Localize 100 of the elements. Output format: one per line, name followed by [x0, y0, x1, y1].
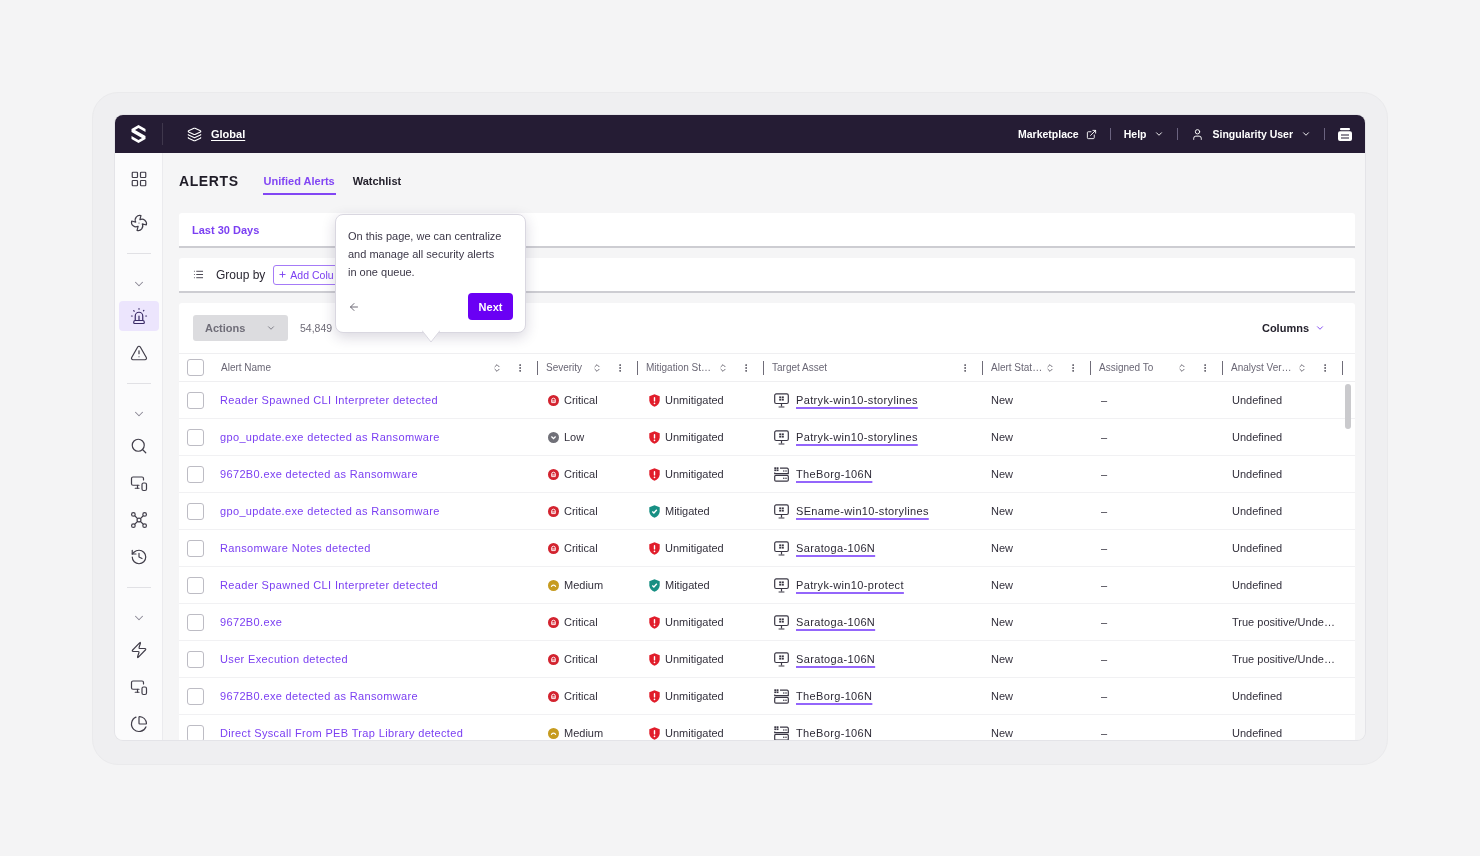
user-menu-button[interactable]: Singularity User [1191, 127, 1311, 141]
asset-link[interactable]: TheBorg-106N [796, 727, 873, 739]
verdict-text: Undefined [1232, 468, 1283, 480]
scope-link[interactable]: Global [211, 128, 246, 140]
verdict-text: True positive/Unde… [1232, 653, 1335, 665]
column-header[interactable]: Mitigation St… [646, 362, 718, 373]
columns-button[interactable]: Columns [1261, 322, 1325, 334]
asset-link[interactable]: Patryk-win10-storylines [796, 394, 918, 406]
assignee-text: – [1101, 653, 1108, 665]
row-checkbox[interactable] [187, 428, 204, 446]
asset-link[interactable]: Saratoga-106N [796, 616, 876, 628]
verdict-text: Undefined [1232, 505, 1283, 517]
mitigation-label: Unmitigated [665, 431, 724, 443]
alert-name-link[interactable]: 9672B0.exe detected as Ransomware [220, 690, 419, 702]
pie-chart-icon [129, 715, 148, 733]
monitor-icon [774, 614, 789, 630]
stack-icon[interactable] [1338, 127, 1352, 141]
row-checkbox[interactable] [187, 650, 204, 668]
shield-alert-icon [649, 430, 660, 444]
menu-button[interactable]: Help [1123, 128, 1165, 140]
sort-icon[interactable] [718, 362, 728, 373]
sort-icon[interactable] [1297, 362, 1307, 373]
severity-icon [548, 690, 559, 702]
alert-name-link[interactable]: Reader Spawned CLI Interpreter detected [220, 579, 438, 591]
logo-icon[interactable] [131, 125, 146, 143]
assignee-text: – [1101, 579, 1108, 591]
shield-alert-icon [649, 541, 660, 555]
assignee-text: – [1101, 690, 1108, 702]
severity-label: Critical [564, 468, 598, 480]
column-header[interactable]: Target Asset [772, 362, 960, 373]
fan-icon [129, 214, 148, 232]
asset-link[interactable]: Saratoga-106N [796, 653, 876, 665]
row-checkbox[interactable] [187, 724, 204, 740]
alert-name-link[interactable]: User Execution detected [220, 653, 348, 665]
back-arrow-icon[interactable] [348, 300, 360, 313]
tab[interactable]: Watchlist [351, 167, 403, 195]
history-icon [129, 548, 148, 566]
scrollbar[interactable] [1345, 384, 1351, 429]
severity-icon [548, 653, 559, 665]
column-header[interactable]: Assigned To [1099, 362, 1177, 373]
asset-link[interactable]: Saratoga-106N [796, 542, 876, 554]
server-icon [774, 688, 789, 704]
tab[interactable]: Unified Alerts [262, 167, 336, 195]
shield-alert-icon [649, 393, 660, 407]
mitigation-label: Unmitigated [665, 616, 724, 628]
asset-link[interactable]: Patryk-win10-protect [796, 579, 904, 591]
verdict-text: Undefined [1232, 727, 1283, 739]
sidebar-item[interactable] [118, 301, 159, 331]
row-checkbox[interactable] [187, 391, 204, 409]
column-header[interactable]: Alert Stat… [991, 362, 1045, 373]
mitigation-label: Unmitigated [665, 542, 724, 554]
status-text: New [991, 468, 1013, 480]
network-icon [129, 511, 148, 529]
status-text: New [991, 579, 1013, 591]
alert-name-link[interactable]: Ransomware Notes detected [220, 542, 371, 554]
asset-link[interactable]: Patryk-win10-storylines [796, 431, 918, 443]
row-checkbox[interactable] [187, 539, 204, 557]
verdict-text: Undefined [1232, 394, 1283, 406]
shield-alert-icon [649, 467, 660, 481]
alert-name-link[interactable]: Reader Spawned CLI Interpreter detected [220, 394, 438, 406]
devices-icon [129, 474, 148, 492]
alert-count: 54,849 [300, 322, 333, 334]
group-by-label: Group by [216, 267, 266, 282]
layers-icon[interactable] [187, 126, 202, 142]
row-checkbox[interactable] [187, 576, 204, 594]
sort-icon[interactable] [492, 362, 502, 373]
monitor-icon [774, 392, 789, 408]
column-header[interactable]: Severity [546, 362, 592, 373]
assignee-text: – [1101, 431, 1108, 443]
top-bar-link[interactable]: Marketplace [1018, 128, 1097, 140]
sort-icon[interactable] [1045, 362, 1055, 373]
alert-name-link[interactable]: 9672B0.exe [220, 616, 283, 628]
asset-link[interactable]: SEname-win10-storylines [796, 505, 929, 517]
status-text: New [991, 727, 1013, 739]
alert-name-link[interactable]: gpo_update.exe detected as Ransomware [220, 505, 440, 517]
monitor-icon [774, 540, 789, 556]
row-checkbox[interactable] [187, 502, 204, 520]
next-button[interactable]: Next [468, 293, 513, 320]
devices-icon [129, 678, 148, 696]
plus-icon [278, 270, 288, 279]
sort-icon[interactable] [1177, 362, 1187, 373]
select-all-checkbox[interactable] [187, 359, 204, 376]
sort-icon[interactable] [592, 362, 602, 373]
row-checkbox[interactable] [187, 613, 204, 631]
alert-name-link[interactable]: gpo_update.exe detected as Ransomware [220, 431, 440, 443]
date-range-button[interactable]: Last 30 Days [192, 223, 260, 236]
severity-label: Critical [564, 690, 598, 702]
verdict-text: True positive/Unde… [1232, 616, 1335, 628]
severity-label: Critical [564, 542, 598, 554]
alert-name-link[interactable]: 9672B0.exe detected as Ransomware [220, 468, 419, 480]
column-header[interactable]: Analyst Ver… [1231, 362, 1297, 373]
monitor-icon [774, 577, 789, 593]
asset-link[interactable]: TheBorg-106N [796, 468, 873, 480]
shield-alert-icon [649, 615, 660, 629]
alert-name-link[interactable]: Direct Syscall From PEB Trap Library detected [220, 727, 464, 739]
row-checkbox[interactable] [187, 687, 204, 705]
row-checkbox[interactable] [187, 465, 204, 483]
severity-label: Low [564, 431, 585, 443]
asset-link[interactable]: TheBorg-106N [796, 690, 873, 702]
column-header[interactable]: Alert Name [221, 362, 492, 373]
